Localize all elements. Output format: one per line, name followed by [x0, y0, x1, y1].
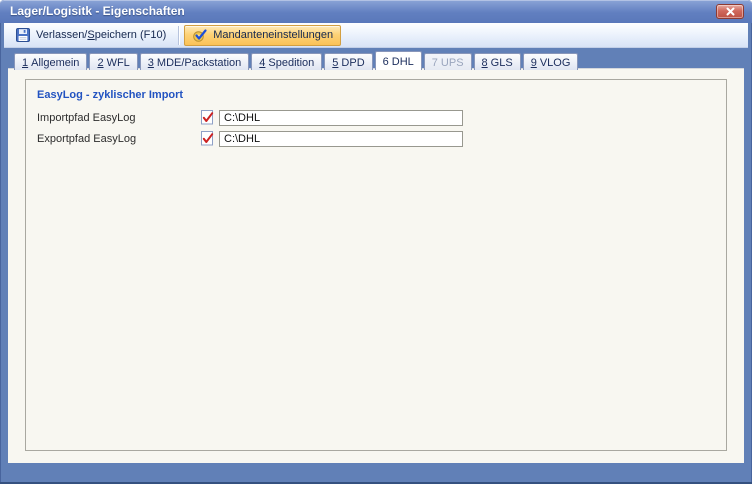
dialog-window: Lager/Logisitk - Eigenschaften Verlassen…	[0, 0, 752, 484]
settings-group-panel: EasyLog - zyklischer Import Importpfad E…	[25, 79, 727, 451]
export-path-label: Exportpfad EasyLog	[37, 133, 200, 145]
section-heading: EasyLog - zyklischer Import	[37, 89, 726, 101]
import-path-row: Importpfad EasyLog	[37, 109, 726, 126]
tab-allgemein[interactable]: 1Allgemein	[14, 53, 87, 70]
save-floppy-icon	[15, 27, 31, 43]
tab-page-dhl: EasyLog - zyklischer Import Importpfad E…	[8, 68, 744, 463]
tab-ups: 7UPS	[424, 53, 472, 70]
export-path-input[interactable]	[219, 131, 463, 147]
import-path-validate-button[interactable]	[200, 110, 215, 126]
tab-dhl[interactable]: 6DHL	[375, 51, 422, 70]
save-exit-button[interactable]: Verlassen/Speichern (F10)	[7, 25, 174, 46]
tab-dpd[interactable]: 5DPD	[324, 53, 372, 70]
export-path-row: Exportpfad EasyLog	[37, 130, 726, 147]
close-icon	[726, 7, 735, 16]
window-title: Lager/Logisitk - Eigenschaften	[10, 4, 185, 18]
export-path-validate-button[interactable]	[200, 131, 215, 147]
mandant-settings-button[interactable]: Mandanteneinstellungen	[184, 25, 341, 46]
toolbar-separator	[178, 26, 180, 45]
tab-vlog[interactable]: 9VLOG	[523, 53, 579, 70]
import-path-input[interactable]	[219, 110, 463, 126]
toolbar: Verlassen/Speichern (F10) Mandanteneinst…	[4, 23, 748, 48]
close-button[interactable]	[716, 4, 744, 19]
save-exit-label: Verlassen/Speichern (F10)	[36, 29, 166, 41]
red-check-note-icon	[201, 110, 215, 125]
tab-wfl[interactable]: 2WFL	[89, 53, 137, 70]
tab-spedition[interactable]: 4Spedition	[251, 53, 322, 70]
mandant-settings-icon	[192, 27, 208, 43]
title-bar: Lager/Logisitk - Eigenschaften	[0, 0, 752, 23]
tab-strip: 1Allgemein 2WFL 3MDE/Packstation 4Spedit…	[14, 51, 578, 70]
tab-gls[interactable]: 8GLS	[474, 53, 521, 70]
red-check-note-icon	[201, 131, 215, 146]
mandant-settings-label: Mandanteneinstellungen	[213, 29, 333, 41]
import-path-label: Importpfad EasyLog	[37, 112, 200, 124]
tab-mde-packstation[interactable]: 3MDE/Packstation	[140, 53, 250, 70]
